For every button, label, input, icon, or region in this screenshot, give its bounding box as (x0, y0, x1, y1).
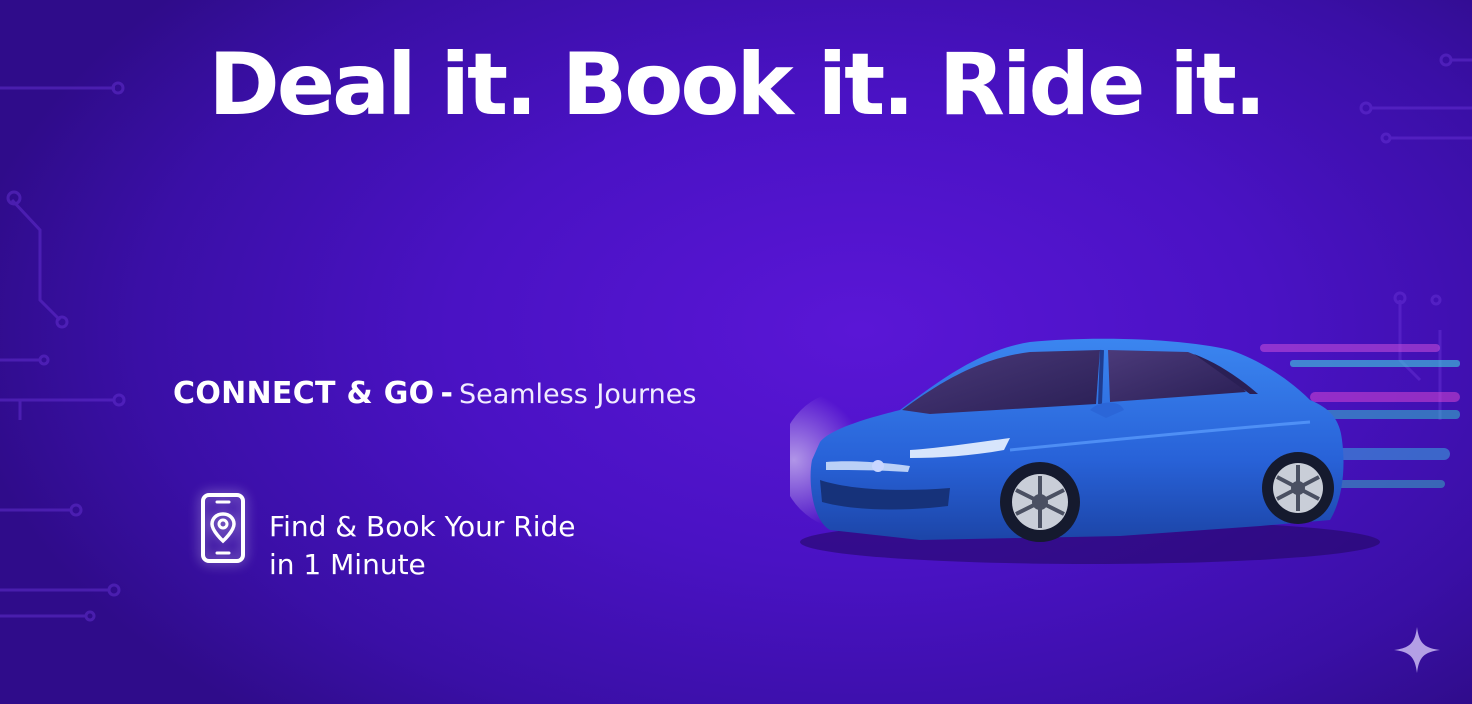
sparkle-icon (1394, 627, 1440, 673)
front-wheel (1000, 462, 1080, 542)
phone-location-icon (201, 493, 245, 563)
feature-line-2: in 1 Minute (269, 548, 426, 581)
feature-line-1: Find & Book Your Ride (269, 510, 576, 543)
promo-banner: Deal it. Book it. Ride it. CONNECT & GO -… (0, 0, 1472, 704)
tagline-separator: - (440, 376, 453, 411)
tagline-subtitle: Seamless Journes (458, 379, 697, 410)
tagline: CONNECT & GO - Seamless Journes (173, 376, 696, 411)
tagline-strong: CONNECT & GO (173, 376, 435, 411)
rear-wheel (1262, 452, 1334, 524)
feature-item: Find & Book Your Ride in 1 Minute (200, 492, 576, 584)
headline: Deal it. Book it. Ride it. (208, 35, 1266, 135)
car-illustration (790, 338, 1460, 564)
